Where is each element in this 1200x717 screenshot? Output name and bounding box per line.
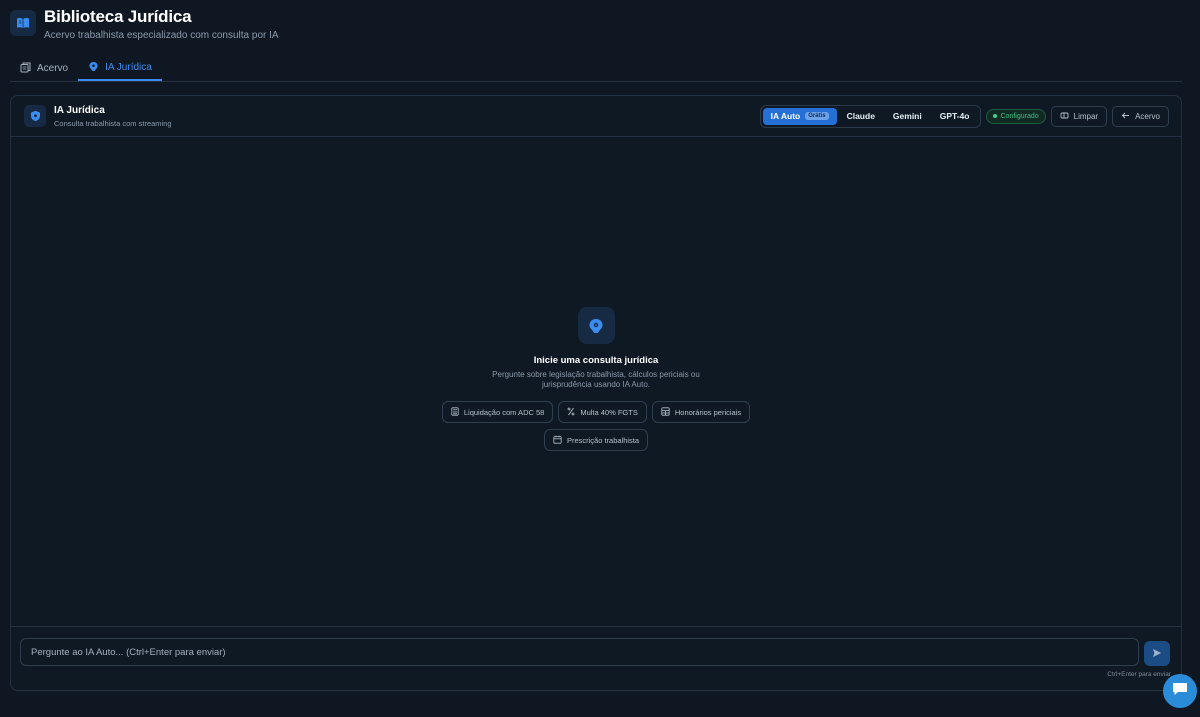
- suggestion-chip[interactable]: Honorários periciais: [651, 401, 751, 423]
- tab-ia-juridica[interactable]: IA Jurídica: [78, 56, 162, 81]
- table-icon: [661, 406, 670, 418]
- panel-title: IA Jurídica: [54, 104, 105, 116]
- calculator-icon: [451, 406, 459, 418]
- model-gpt4o-button[interactable]: GPT-4o: [932, 108, 978, 125]
- question-input[interactable]: [20, 638, 1139, 666]
- eraser-icon: [1060, 111, 1069, 122]
- chat-widget-button[interactable]: [1163, 674, 1197, 708]
- shield-icon: [24, 105, 46, 127]
- page-title: Biblioteca Jurídica: [44, 7, 192, 26]
- brain-icon: [577, 307, 615, 344]
- back-to-acervo-button[interactable]: Acervo: [1112, 105, 1169, 127]
- empty-state-title: Inicie uma consulta jurídica: [533, 355, 659, 366]
- tab-bar: Acervo IA Jurídica: [10, 56, 162, 81]
- calendar-icon: [553, 435, 562, 446]
- chat-panel: IA Jurídica Consulta trabalhista com str…: [10, 95, 1182, 691]
- status-dot-icon: [992, 114, 997, 118]
- suggestion-list: Prescrição trabalhista: [543, 429, 649, 451]
- send-button[interactable]: [1144, 641, 1170, 666]
- percent-icon: [567, 407, 575, 418]
- model-selector: IA Auto Grátis Claude Gemini GPT-4o: [759, 104, 981, 128]
- suggestion-chip[interactable]: Multa 40% FGTS: [558, 401, 647, 423]
- panel-header: IA Jurídica Consulta trabalhista com str…: [11, 96, 1181, 137]
- model-gemini-button[interactable]: Gemini: [885, 108, 930, 125]
- page-subtitle: Acervo trabalhista especializado com con…: [44, 30, 279, 41]
- suggestion-list: Liquidação com ADC 58 Multa 40% FGTS Hon…: [441, 401, 751, 423]
- free-badge: Grátis: [805, 112, 829, 120]
- status-badge: Configurado: [985, 108, 1046, 124]
- suggestion-chip[interactable]: Liquidação com ADC 58: [441, 401, 554, 423]
- panel-subtitle: Consulta trabalhista com streaming: [54, 118, 172, 128]
- tab-label: Acervo: [37, 63, 69, 74]
- keyboard-hint: Ctrl+Enter para enviar: [1107, 671, 1171, 678]
- chat-bubble-icon: [1171, 681, 1189, 702]
- clear-button[interactable]: Limpar: [1050, 105, 1108, 127]
- arrow-left-icon: [1121, 111, 1130, 122]
- app-header: Biblioteca Jurídica Acervo trabalhista e…: [10, 7, 279, 41]
- brain-icon: [88, 61, 99, 75]
- empty-state: Inicie uma consulta jurídica Pergunte so…: [11, 307, 1181, 451]
- send-icon: [1152, 645, 1162, 663]
- suggestion-chip[interactable]: Prescrição trabalhista: [543, 429, 649, 451]
- divider: [10, 81, 1182, 82]
- model-claude-button[interactable]: Claude: [839, 108, 883, 125]
- composer: Ctrl+Enter para enviar: [11, 626, 1181, 690]
- empty-state-description: Pergunte sobre legislação trabalhista, c…: [492, 370, 700, 389]
- book-icon: [10, 10, 36, 36]
- tab-label: IA Jurídica: [105, 62, 152, 73]
- library-icon: [20, 62, 31, 76]
- tab-acervo[interactable]: Acervo: [10, 56, 78, 81]
- model-ia-auto-button[interactable]: IA Auto Grátis: [762, 107, 837, 125]
